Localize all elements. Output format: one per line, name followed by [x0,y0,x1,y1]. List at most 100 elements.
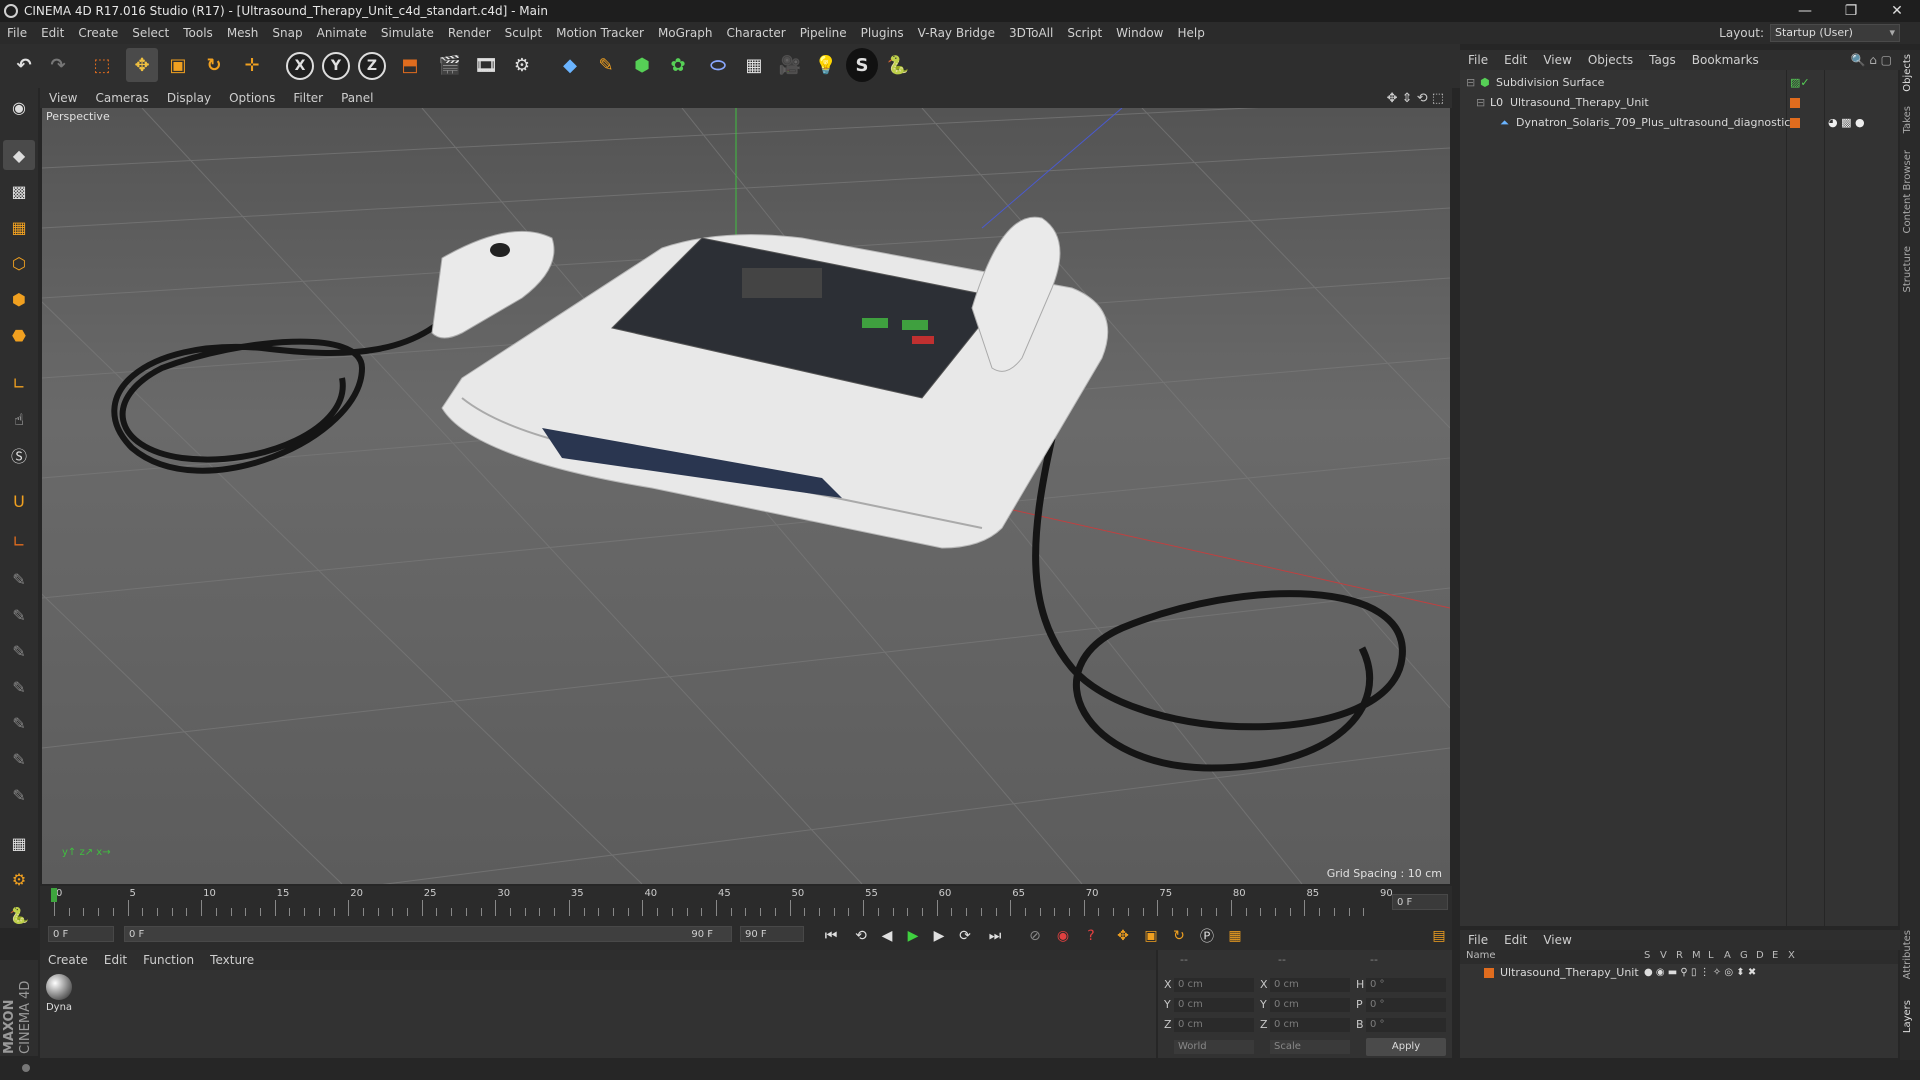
pos-y-field[interactable]: 0 cm [1174,998,1254,1012]
previous-key-icon[interactable]: ⟲ [850,926,872,946]
layer-row[interactable]: Ultrasound_Therapy_Unit ● ◉ ▬ ⚲ ▯ ⋮ ✧ ◎ … [1460,964,1898,982]
light-icon[interactable]: 💡 [810,48,842,82]
floor-icon[interactable]: ▦ [738,48,770,82]
rot-p-field[interactable]: 0 ° [1366,998,1446,1012]
layer-color-swatch[interactable] [1484,968,1494,978]
menu-sculpt[interactable]: Sculpt [498,26,549,40]
object-menu-objects[interactable]: Objects [1580,53,1641,67]
layout-dropdown[interactable]: Startup (User) [1770,24,1900,42]
sculpt-icon[interactable]: ✎ [3,636,35,666]
y-axis-lock-button[interactable]: Y [322,52,350,80]
pos-z-field[interactable]: 0 cm [1174,1018,1254,1032]
viewport-menu-filter[interactable]: Filter [284,91,332,105]
viewport-menu-display[interactable]: Display [158,91,220,105]
cloner-icon[interactable]: ✿ [662,48,694,82]
workplane-icon[interactable]: ∟ [3,526,35,556]
size-y-field[interactable]: 0 cm [1270,998,1350,1012]
weight-icon[interactable]: ✎ [3,708,35,738]
go-to-end-icon[interactable]: ⏭ [984,926,1006,946]
object-row[interactable]: ⊟ ⬢ Subdivision Surface ▨✓ [1460,74,1898,92]
key-rotation-icon[interactable]: ↻ [1168,926,1190,946]
menu-3dtoall[interactable]: 3DToAll [1002,26,1060,40]
points-mode-icon[interactable]: ⬡ [3,248,35,278]
layer-menu-edit[interactable]: Edit [1496,933,1535,947]
rot-h-field[interactable]: 0 ° [1366,978,1446,992]
menu-script[interactable]: Script [1060,26,1109,40]
python-icon[interactable]: 🐍 [882,48,914,82]
menu-snap[interactable]: Snap [265,26,309,40]
go-to-start-icon[interactable]: ⏮ [820,926,842,946]
play-icon[interactable]: ▶ [902,926,924,946]
edges-mode-icon[interactable]: ⬢ [3,284,35,314]
record-keys-icon[interactable]: ⊘ [1024,926,1046,946]
timeline-ruler[interactable]: 0 5 10 15 20 25 30 35 40 45 50 55 60 65 70 75 80 85 90 0 F [40,886,1452,920]
scale-tool-icon[interactable]: ▣ [162,48,194,82]
object-row[interactable]: ⏶ Dynatron_Solaris_709_Plus_ultrasound_d… [1460,114,1898,132]
material-menu-texture[interactable]: Texture [202,953,262,967]
menu-create[interactable]: Create [71,26,125,40]
object-menu-bookmarks[interactable]: Bookmarks [1684,53,1767,67]
start-frame-field[interactable]: 0 F [48,926,114,942]
timeline-window-icon[interactable]: ▤ [1428,926,1450,946]
size-z-field[interactable]: 0 cm [1270,1018,1350,1032]
subdivision-surface-icon[interactable]: ⬢ [626,48,658,82]
cube-primitive-icon[interactable]: ◆ [554,48,586,82]
pos-x-field[interactable]: 0 cm [1174,978,1254,992]
menu-select[interactable]: Select [125,26,176,40]
menu-tools[interactable]: Tools [176,26,220,40]
end-frame-field[interactable]: 90 F [740,926,804,942]
material-menu-edit[interactable]: Edit [96,953,135,967]
polygons-mode-icon[interactable]: ⬣ [3,320,35,350]
viewport-menu-cameras[interactable]: Cameras [86,91,157,105]
maximize-button[interactable]: ❐ [1828,0,1874,22]
object-menu-file[interactable]: File [1460,53,1496,67]
size-mode-dropdown[interactable]: Scale [1270,1040,1350,1054]
apply-button[interactable]: Apply [1366,1038,1446,1056]
menu-mograph[interactable]: MoGraph [651,26,720,40]
frame-range-slider[interactable]: 0 F 90 F [124,926,732,942]
paint-icon[interactable]: ✎ [3,600,35,630]
key-pla-icon[interactable]: ▦ [1224,926,1246,946]
pose-icon[interactable]: ✎ [3,672,35,702]
menu-render[interactable]: Render [441,26,498,40]
vray-bridge-icon[interactable]: S [846,48,878,82]
undo-icon[interactable]: ↶ [8,48,40,82]
camera-icon[interactable]: 🎥 [774,48,806,82]
transform-tool-icon[interactable]: ✛ [236,48,268,82]
grid-lock-icon[interactable]: ▦ [3,828,35,858]
python-script-icon[interactable]: 🐍 [3,900,35,930]
close-button[interactable]: ✕ [1874,0,1920,22]
menu-animate[interactable]: Animate [310,26,374,40]
viewport-menu-panel[interactable]: Panel [332,91,382,105]
spline-pen-icon[interactable]: ✎ [590,48,622,82]
layer-color-icon[interactable] [1790,118,1800,128]
viewport-menu-options[interactable]: Options [220,91,284,105]
snap-toggle-icon[interactable]: Ⓢ [3,440,35,470]
next-frame-icon[interactable]: ▶ [928,926,950,946]
object-row[interactable]: ⊟ L0 Ultrasound_Therapy_Unit [1460,94,1898,112]
live-selection-icon[interactable]: ⬚ [86,48,118,82]
magnet-tool-icon[interactable]: U [3,486,35,516]
key-scale-icon[interactable]: ▣ [1140,926,1162,946]
material-swatch[interactable]: Dyna [44,974,74,1013]
rotate-tool-icon[interactable]: ↻ [198,48,230,82]
menu-simulate[interactable]: Simulate [374,26,441,40]
tweak-mode-icon[interactable]: ☝ [3,404,35,434]
enabled-check-icon[interactable]: ▨✓ [1790,74,1810,92]
menu-file[interactable]: File [0,26,34,40]
object-search-icon[interactable]: 🔍 ⌂ ▢ [1850,53,1892,67]
menu-vray-bridge[interactable]: V-Ray Bridge [911,26,1002,40]
rot-b-field[interactable]: 0 ° [1366,1018,1446,1032]
menu-window[interactable]: Window [1109,26,1170,40]
autokey-icon[interactable]: ◉ [1052,926,1074,946]
animation-icon[interactable]: ⚙ [3,864,35,894]
world-coordinate-icon[interactable]: ⬒ [394,48,426,82]
menu-plugins[interactable]: Plugins [854,26,911,40]
menu-help[interactable]: Help [1170,26,1211,40]
tab-takes[interactable]: Takes [1902,106,1918,133]
z-axis-lock-button[interactable]: Z [358,52,386,80]
axis-mode-icon[interactable]: ∟ [3,368,35,398]
smooth-icon[interactable]: ✎ [3,744,35,774]
render-picture-viewer-icon[interactable]: 🎞 [470,48,502,82]
object-menu-edit[interactable]: Edit [1496,53,1535,67]
